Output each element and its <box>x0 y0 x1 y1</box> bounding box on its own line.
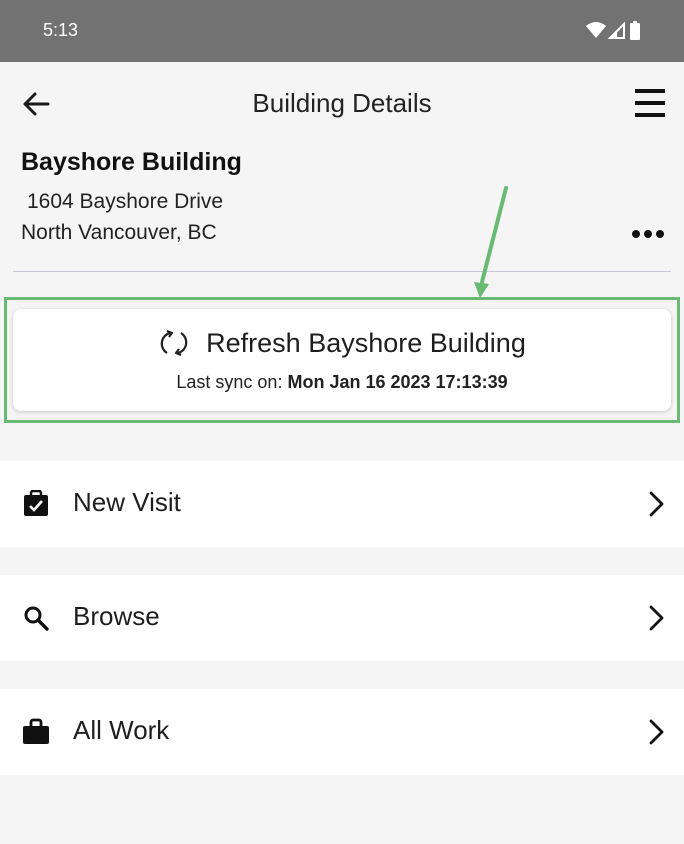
refresh-label: Refresh Bayshore Building <box>206 327 526 358</box>
last-sync-text: Last sync on: Mon Jan 16 2023 17:13:39 <box>13 372 671 393</box>
nav-item-all-work[interactable]: All Work <box>0 689 684 775</box>
status-icons <box>586 20 646 42</box>
chevron-right-icon <box>644 490 668 518</box>
nav-label: All Work <box>73 715 170 745</box>
status-bar: 5:13 <box>0 0 684 62</box>
hamburger-menu-icon <box>635 89 665 117</box>
battery-icon <box>630 21 640 40</box>
last-sync-prefix: Last sync on: <box>176 372 283 392</box>
page-title: Building Details <box>252 88 432 118</box>
clipboard-check-icon <box>22 489 50 518</box>
chevron-right-icon <box>644 604 668 632</box>
app-header: Building Details <box>0 62 684 146</box>
nav-item-new-visit[interactable]: New Visit <box>0 461 684 547</box>
sync-icon <box>158 327 190 359</box>
menu-button[interactable] <box>634 86 666 120</box>
nav-item-browse[interactable]: Browse <box>0 575 684 661</box>
briefcase-icon <box>22 718 50 746</box>
refresh-building-button[interactable]: Refresh Bayshore Building Last sync on: … <box>13 309 671 411</box>
address-line-1: 1604 Bayshore Drive <box>27 190 224 213</box>
address-line-2: North Vancouver, BC <box>21 221 217 244</box>
status-time: 5:13 <box>43 20 79 40</box>
chevron-right-icon <box>644 718 668 746</box>
last-sync-value: Mon Jan 16 2023 17:13:39 <box>287 372 508 392</box>
refresh-row: Refresh Bayshore Building <box>13 327 671 359</box>
nav-label: New Visit <box>73 487 181 517</box>
wifi-icon <box>586 22 606 38</box>
building-name: Bayshore Building <box>21 148 242 176</box>
more-options-button[interactable] <box>628 222 668 246</box>
more-horizontal-icon <box>632 230 664 238</box>
search-icon <box>22 604 50 632</box>
signal-icon <box>607 21 625 39</box>
nav-label: Browse <box>73 601 160 631</box>
divider <box>13 271 671 272</box>
